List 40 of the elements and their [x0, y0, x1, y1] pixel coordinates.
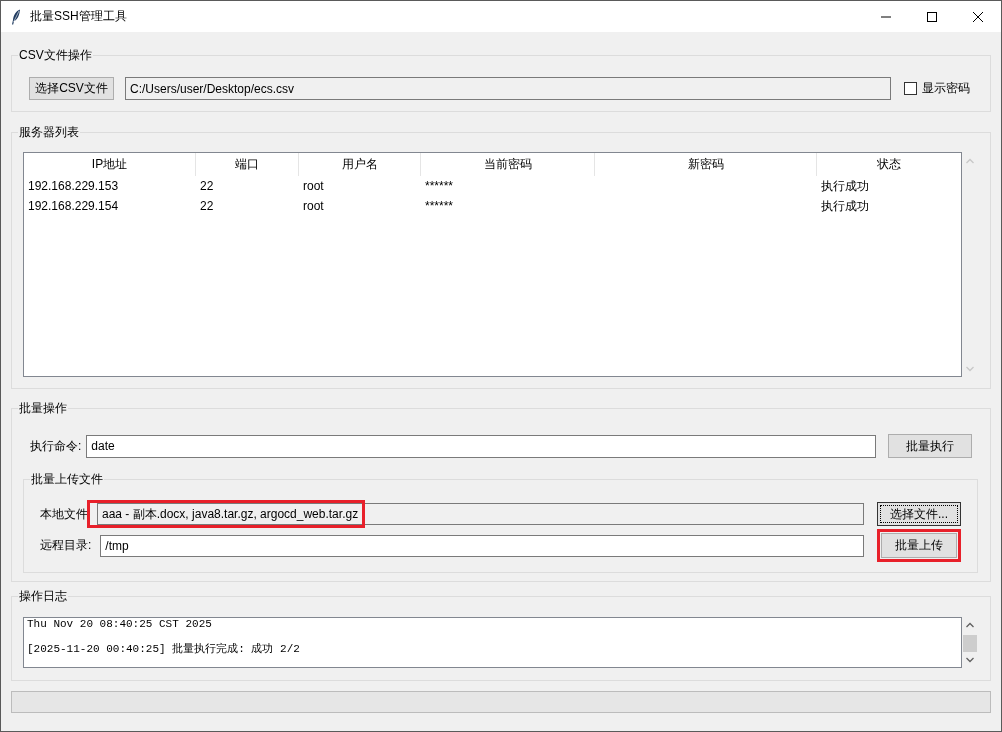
checkbox[interactable]: [904, 82, 917, 95]
table-cell-text: root: [302, 178, 325, 195]
maximize-icon: [927, 11, 937, 22]
log-line: [2025-11-20 00:40:25] 批量执行完成: 成功 2/2: [27, 642, 300, 656]
group-title: 批量上传文件: [30, 471, 104, 487]
table-cell-text: 执行成功: [820, 177, 870, 195]
table-cell-text: 22: [199, 178, 215, 195]
remote-dir-label: 远程目录:: [40, 537, 92, 554]
table-cell-text: 22: [199, 198, 215, 215]
checkbox-label[interactable]: 显示密码: [922, 80, 970, 97]
column-header[interactable]: 用户名: [299, 153, 421, 176]
column-header[interactable]: 新密码: [595, 153, 817, 176]
table-cell-text: ******: [424, 178, 455, 195]
csv-path-field[interactable]: C:/Users/user/Desktop/ecs.csv: [125, 77, 891, 100]
table-cell-text: 执行成功: [820, 197, 870, 215]
group-title: 批量操作: [18, 400, 68, 416]
column-header[interactable]: 当前密码: [421, 153, 595, 176]
group-title: 服务器列表: [18, 124, 80, 140]
choose-csv-button[interactable]: 选择CSV文件: [29, 77, 114, 100]
table-cell-text: 192.168.229.153: [27, 178, 120, 195]
feather-icon: [11, 8, 21, 25]
local-file-label: 本地文件: [40, 505, 88, 523]
window-title: 批量SSH管理工具: [30, 8, 127, 25]
column-header[interactable]: 状态: [817, 153, 961, 176]
table-cell-text: 192.168.229.154: [27, 198, 120, 215]
table-cell-text: ******: [424, 198, 455, 215]
column-header[interactable]: IP地址: [24, 153, 196, 176]
choose-files-button[interactable]: 选择文件...: [877, 502, 961, 526]
group-title: 操作日志: [18, 588, 68, 604]
column-header[interactable]: 端口: [196, 153, 299, 176]
remote-dir-field[interactable]: /tmp: [100, 534, 864, 557]
log-area[interactable]: Thu Nov 20 08:40:25 CST 2025 [2025-11-20 00:40:25] 批量执行完成: 成功 2/2: [23, 617, 962, 668]
group-title: CSV文件操作: [18, 47, 93, 63]
upload-button[interactable]: 批量上传: [881, 533, 957, 558]
log-line: Thu Nov 20 08:40:25 CST 2025: [27, 618, 212, 631]
table-cell-text: root: [302, 198, 325, 215]
command-field[interactable]: date: [86, 434, 876, 458]
command-label: 执行命令:: [30, 437, 82, 455]
close-icon: [973, 11, 983, 22]
execute-button[interactable]: 批量执行: [888, 434, 972, 458]
